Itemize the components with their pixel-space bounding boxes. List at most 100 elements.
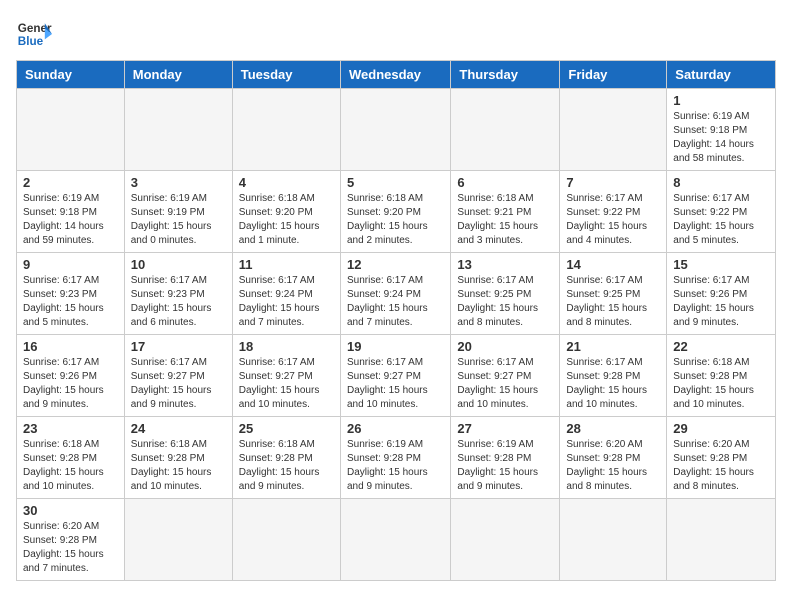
calendar-day-cell: [232, 89, 340, 171]
day-info: Sunrise: 6:19 AM Sunset: 9:18 PM Dayligh…: [673, 110, 769, 166]
day-number: 2: [23, 175, 118, 190]
day-number: 9: [23, 257, 118, 272]
day-info: Sunrise: 6:17 AM Sunset: 9:23 PM Dayligh…: [23, 274, 118, 330]
calendar-day-cell: 4 Sunrise: 6:18 AM Sunset: 9:20 PM Daylig…: [232, 171, 340, 253]
day-info: Sunrise: 6:18 AM Sunset: 9:20 PM Dayligh…: [347, 192, 444, 248]
calendar-day-cell: 10 Sunrise: 6:17 AM Sunset: 9:23 PM Dayli…: [124, 253, 232, 335]
weekday-header-tuesday: Tuesday: [232, 61, 340, 89]
day-info: Sunrise: 6:17 AM Sunset: 9:26 PM Dayligh…: [673, 274, 769, 330]
calendar-day-cell: 24 Sunrise: 6:18 AM Sunset: 9:28 PM Dayli…: [124, 417, 232, 499]
day-info: Sunrise: 6:18 AM Sunset: 9:28 PM Dayligh…: [239, 438, 334, 494]
day-number: 24: [131, 421, 226, 436]
calendar-day-cell: 13 Sunrise: 6:17 AM Sunset: 9:25 PM Dayli…: [451, 253, 560, 335]
calendar-day-cell: 6Sunrise: 6:18 AM Sunset: 9:21 PM Daylig…: [451, 171, 560, 253]
calendar-day-cell: 16 Sunrise: 6:17 AM Sunset: 9:26 PM Dayli…: [17, 335, 125, 417]
day-number: 8: [673, 175, 769, 190]
day-number: 15: [673, 257, 769, 272]
calendar-week-row: 2 Sunrise: 6:19 AM Sunset: 9:18 PM Daylig…: [17, 171, 776, 253]
calendar-day-cell: 19 Sunrise: 6:17 AM Sunset: 9:27 PM Dayli…: [340, 335, 450, 417]
day-info: Sunrise: 6:17 AM Sunset: 9:27 PM Dayligh…: [347, 356, 444, 412]
calendar-week-row: 9 Sunrise: 6:17 AM Sunset: 9:23 PM Daylig…: [17, 253, 776, 335]
weekday-header-thursday: Thursday: [451, 61, 560, 89]
day-number: 22: [673, 339, 769, 354]
weekday-header-wednesday: Wednesday: [340, 61, 450, 89]
day-info: Sunrise: 6:19 AM Sunset: 9:19 PM Dayligh…: [131, 192, 226, 248]
day-number: 7: [566, 175, 660, 190]
day-info: Sunrise: 6:17 AM Sunset: 9:26 PM Dayligh…: [23, 356, 118, 412]
calendar-day-cell: 11Sunrise: 6:17 AM Sunset: 9:24 PM Dayli…: [232, 253, 340, 335]
svg-text:Blue: Blue: [18, 35, 44, 48]
day-number: 20: [457, 339, 553, 354]
day-info: Sunrise: 6:17 AM Sunset: 9:27 PM Dayligh…: [239, 356, 334, 412]
day-number: 30: [23, 503, 118, 518]
calendar-day-cell: [667, 499, 776, 581]
calendar-day-cell: [17, 89, 125, 171]
day-info: Sunrise: 6:18 AM Sunset: 9:28 PM Dayligh…: [673, 356, 769, 412]
day-number: 27: [457, 421, 553, 436]
calendar-day-cell: 29Sunrise: 6:20 AM Sunset: 9:28 PM Dayli…: [667, 417, 776, 499]
day-number: 26: [347, 421, 444, 436]
day-number: 13: [457, 257, 553, 272]
calendar-day-cell: 14Sunrise: 6:17 AM Sunset: 9:25 PM Dayli…: [560, 253, 667, 335]
day-info: Sunrise: 6:20 AM Sunset: 9:28 PM Dayligh…: [23, 520, 118, 576]
day-info: Sunrise: 6:18 AM Sunset: 9:21 PM Dayligh…: [457, 192, 553, 248]
day-info: Sunrise: 6:18 AM Sunset: 9:28 PM Dayligh…: [131, 438, 226, 494]
day-number: 10: [131, 257, 226, 272]
logo-icon: General Blue: [16, 16, 52, 52]
calendar-week-row: 16 Sunrise: 6:17 AM Sunset: 9:26 PM Dayli…: [17, 335, 776, 417]
calendar-day-cell: [340, 499, 450, 581]
calendar-day-cell: 1Sunrise: 6:19 AM Sunset: 9:18 PM Daylig…: [667, 89, 776, 171]
day-number: 5: [347, 175, 444, 190]
day-info: Sunrise: 6:17 AM Sunset: 9:25 PM Dayligh…: [566, 274, 660, 330]
calendar-day-cell: [124, 499, 232, 581]
day-info: Sunrise: 6:18 AM Sunset: 9:28 PM Dayligh…: [23, 438, 118, 494]
calendar-day-cell: 27 Sunrise: 6:19 AM Sunset: 9:28 PM Dayli…: [451, 417, 560, 499]
calendar-day-cell: 12 Sunrise: 6:17 AM Sunset: 9:24 PM Dayli…: [340, 253, 450, 335]
calendar-day-cell: [340, 89, 450, 171]
day-info: Sunrise: 6:17 AM Sunset: 9:27 PM Dayligh…: [457, 356, 553, 412]
day-number: 12: [347, 257, 444, 272]
calendar-day-cell: 22 Sunrise: 6:18 AM Sunset: 9:28 PM Dayli…: [667, 335, 776, 417]
calendar-day-cell: 15 Sunrise: 6:17 AM Sunset: 9:26 PM Dayli…: [667, 253, 776, 335]
calendar-day-cell: 25Sunrise: 6:18 AM Sunset: 9:28 PM Dayli…: [232, 417, 340, 499]
day-info: Sunrise: 6:17 AM Sunset: 9:22 PM Dayligh…: [673, 192, 769, 248]
calendar-day-cell: [451, 499, 560, 581]
day-info: Sunrise: 6:19 AM Sunset: 9:28 PM Dayligh…: [347, 438, 444, 494]
day-number: 19: [347, 339, 444, 354]
day-number: 29: [673, 421, 769, 436]
calendar-day-cell: [124, 89, 232, 171]
day-info: Sunrise: 6:19 AM Sunset: 9:18 PM Dayligh…: [23, 192, 118, 248]
day-info: Sunrise: 6:17 AM Sunset: 9:22 PM Dayligh…: [566, 192, 660, 248]
calendar-day-cell: 3 Sunrise: 6:19 AM Sunset: 9:19 PM Daylig…: [124, 171, 232, 253]
calendar-day-cell: 30 Sunrise: 6:20 AM Sunset: 9:28 PM Dayli…: [17, 499, 125, 581]
weekday-header-monday: Monday: [124, 61, 232, 89]
calendar-day-cell: 18 Sunrise: 6:17 AM Sunset: 9:27 PM Dayli…: [232, 335, 340, 417]
calendar-day-cell: [560, 89, 667, 171]
day-info: Sunrise: 6:17 AM Sunset: 9:24 PM Dayligh…: [347, 274, 444, 330]
day-number: 18: [239, 339, 334, 354]
calendar-day-cell: [560, 499, 667, 581]
calendar-week-row: 23Sunrise: 6:18 AM Sunset: 9:28 PM Dayli…: [17, 417, 776, 499]
day-info: Sunrise: 6:19 AM Sunset: 9:28 PM Dayligh…: [457, 438, 553, 494]
calendar-day-cell: 23Sunrise: 6:18 AM Sunset: 9:28 PM Dayli…: [17, 417, 125, 499]
calendar-day-cell: 2 Sunrise: 6:19 AM Sunset: 9:18 PM Daylig…: [17, 171, 125, 253]
day-number: 3: [131, 175, 226, 190]
day-number: 4: [239, 175, 334, 190]
calendar-table: SundayMondayTuesdayWednesdayThursdayFrid…: [16, 60, 776, 581]
calendar-day-cell: 5 Sunrise: 6:18 AM Sunset: 9:20 PM Daylig…: [340, 171, 450, 253]
day-info: Sunrise: 6:18 AM Sunset: 9:20 PM Dayligh…: [239, 192, 334, 248]
calendar-day-cell: [232, 499, 340, 581]
weekday-header-sunday: Sunday: [17, 61, 125, 89]
calendar-week-row: 1Sunrise: 6:19 AM Sunset: 9:18 PM Daylig…: [17, 89, 776, 171]
weekday-header-friday: Friday: [560, 61, 667, 89]
day-number: 11: [239, 257, 334, 272]
day-info: Sunrise: 6:17 AM Sunset: 9:23 PM Dayligh…: [131, 274, 226, 330]
day-number: 21: [566, 339, 660, 354]
day-info: Sunrise: 6:17 AM Sunset: 9:25 PM Dayligh…: [457, 274, 553, 330]
weekday-header-saturday: Saturday: [667, 61, 776, 89]
logo: General Blue: [16, 16, 52, 52]
calendar-day-cell: 21Sunrise: 6:17 AM Sunset: 9:28 PM Dayli…: [560, 335, 667, 417]
calendar-day-cell: 7 Sunrise: 6:17 AM Sunset: 9:22 PM Daylig…: [560, 171, 667, 253]
day-number: 16: [23, 339, 118, 354]
day-info: Sunrise: 6:17 AM Sunset: 9:27 PM Dayligh…: [131, 356, 226, 412]
